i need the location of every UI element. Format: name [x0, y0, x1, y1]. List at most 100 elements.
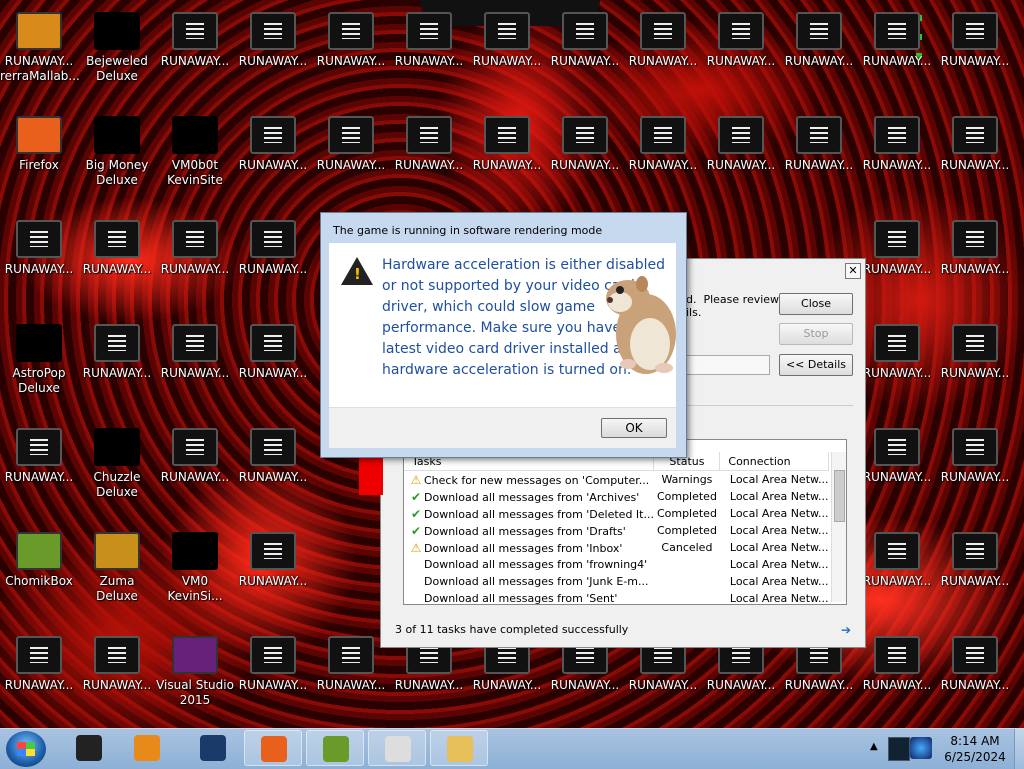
desktop-icon[interactable]: RUNAWAY...	[858, 116, 936, 173]
pin-icon[interactable]: ➔	[841, 623, 851, 637]
desktop-icon[interactable]: RUNAWAY...	[0, 220, 78, 277]
desktop-icon[interactable]: RUNAWAY... rerraMallab...	[0, 12, 80, 84]
desktop-icon[interactable]: RUNAWAY...	[312, 116, 390, 173]
taskbar-app-1[interactable]	[60, 730, 118, 766]
details-button[interactable]: << Details	[779, 354, 853, 376]
desktop[interactable]: RUNAWAY... rerraMallab... Bejeweled Deluxe R…	[0, 0, 1024, 728]
desktop-icon[interactable]: RUNAWAY...	[858, 532, 936, 589]
desktop-icon[interactable]: RUNAWAY...	[936, 220, 1014, 277]
desktop-icon[interactable]: RUNAWAY...	[546, 12, 624, 69]
shortcut-icon	[328, 116, 374, 154]
desktop-icon[interactable]: RUNAWAY...	[546, 116, 624, 173]
task-row[interactable]: Download all messages from 'frowning4' Lo…	[404, 556, 829, 573]
desktop-icon[interactable]: RUNAWAY...	[78, 220, 156, 277]
desktop-icon[interactable]: RUNAWAY...	[156, 12, 234, 69]
desktop-icon[interactable]: RUNAWAY...	[468, 116, 546, 173]
tray-icon-network[interactable]	[910, 737, 932, 759]
task-row[interactable]: ⚠ Check for new messages on 'Computer... W…	[404, 471, 829, 489]
desktop-icon[interactable]: Zuma Deluxe	[78, 532, 156, 604]
task-row[interactable]: Download all messages from 'Junk E-m... L…	[404, 573, 829, 590]
scrollbar-thumb[interactable]	[834, 470, 845, 522]
taskbar-firefox[interactable]	[244, 730, 302, 766]
clock[interactable]: 8:14 AM 6/25/2024	[940, 733, 1010, 765]
desktop-icon[interactable]: RUNAWAY...	[234, 636, 312, 693]
desktop-icon[interactable]: RUNAWAY...	[858, 324, 936, 381]
desktop-icon[interactable]: RUNAWAY...	[702, 12, 780, 69]
desktop-icon[interactable]: RUNAWAY...	[780, 116, 858, 173]
desktop-icon[interactable]: RUNAWAY...	[312, 12, 390, 69]
desktop-icon[interactable]: RUNAWAY...	[312, 636, 390, 693]
desktop-icon[interactable]: RUNAWAY...	[234, 220, 312, 277]
desktop-icon[interactable]: VM0 KevinSi...	[156, 532, 234, 604]
desktop-icon[interactable]: Big Money Deluxe	[78, 116, 156, 188]
tasks-list[interactable]: Tasks Status Connection ⚠ Check for new m…	[403, 439, 847, 605]
desktop-icon[interactable]: RUNAWAY...	[156, 220, 234, 277]
clock-date: 6/25/2024	[944, 750, 1006, 764]
taskbar-app-3[interactable]	[184, 730, 242, 766]
taskbar-explorer[interactable]	[430, 730, 488, 766]
task-row[interactable]: Download all messages from 'Sent' Local A…	[404, 590, 829, 604]
shortcut-icon	[562, 116, 608, 154]
taskbar-solitaire[interactable]	[368, 730, 426, 766]
desktop-icon[interactable]: RUNAWAY...	[0, 636, 78, 693]
desktop-icon[interactable]: RUNAWAY...	[390, 12, 468, 69]
column-header-connection[interactable]: Connection	[719, 452, 829, 471]
desktop-icon[interactable]: Bejeweled Deluxe	[78, 12, 156, 84]
desktop-icon[interactable]: RUNAWAY...	[936, 532, 1014, 589]
taskbar-explorer-icon	[447, 736, 473, 762]
desktop-icon[interactable]: RUNAWAY...	[858, 12, 936, 69]
desktop-icon[interactable]: Firefox	[0, 116, 78, 173]
app-icon	[94, 428, 140, 466]
desktop-icon[interactable]: RUNAWAY...	[624, 12, 702, 69]
start-button[interactable]	[6, 731, 46, 767]
desktop-icon-label: RUNAWAY...	[4, 470, 74, 484]
desktop-icon[interactable]: RUNAWAY...	[468, 12, 546, 69]
desktop-icon[interactable]: RUNAWAY...	[936, 116, 1014, 173]
desktop-icon[interactable]: RUNAWAY...	[702, 116, 780, 173]
desktop-icon-sublabel: Deluxe	[18, 381, 60, 395]
desktop-icon[interactable]: RUNAWAY...	[78, 636, 156, 693]
desktop-icon[interactable]: RUNAWAY...	[936, 636, 1014, 693]
desktop-icon[interactable]: RUNAWAY...	[78, 324, 156, 381]
desktop-icon[interactable]: AstroPop Deluxe	[0, 324, 78, 396]
desktop-icon[interactable]: RUNAWAY...	[234, 116, 312, 173]
desktop-icon-label: RUNAWAY...	[862, 470, 932, 484]
shortcut-icon	[952, 636, 998, 674]
stop-button[interactable]: Stop	[779, 323, 853, 345]
desktop-icon[interactable]: RUNAWAY...	[156, 428, 234, 485]
taskbar-chomikbox[interactable]	[306, 730, 364, 766]
close-icon[interactable]: ✕	[845, 263, 861, 279]
desktop-icon[interactable]: RUNAWAY...	[936, 324, 1014, 381]
desktop-icon[interactable]: Chuzzle Deluxe	[78, 428, 156, 500]
task-row[interactable]: ⚠ Download all messages from 'Inbox' Cance…	[404, 539, 829, 556]
desktop-icon[interactable]: RUNAWAY...	[858, 220, 936, 277]
desktop-icon[interactable]: RUNAWAY...	[858, 428, 936, 485]
task-row[interactable]: ✔ Download all messages from 'Deleted It.…	[404, 505, 829, 522]
app-icon	[94, 12, 140, 50]
task-row[interactable]: ✔ Download all messages from 'Drafts' Comp…	[404, 522, 829, 539]
desktop-icon-label: RUNAWAY...	[784, 54, 854, 68]
desktop-icon[interactable]: RUNAWAY...	[936, 12, 1014, 69]
desktop-icon[interactable]: RUNAWAY...	[156, 324, 234, 381]
desktop-icon[interactable]: RUNAWAY...	[234, 12, 312, 69]
desktop-icon[interactable]: VM0b0t KevinSite	[156, 116, 234, 188]
desktop-icon[interactable]: RUNAWAY...	[936, 428, 1014, 485]
taskbar-media-player[interactable]	[118, 730, 176, 766]
task-row[interactable]: ✔ Download all messages from 'Archives' Co…	[404, 488, 829, 505]
desktop-icon[interactable]: Visual Studio 2015	[156, 636, 234, 708]
close-button[interactable]: Close	[779, 293, 853, 315]
tray-icon-monitor[interactable]	[888, 737, 910, 761]
desktop-icon[interactable]: ChomikBox	[0, 532, 78, 589]
desktop-icon[interactable]: RUNAWAY...	[624, 116, 702, 173]
desktop-icon[interactable]: RUNAWAY...	[234, 428, 312, 485]
desktop-icon[interactable]: RUNAWAY...	[390, 116, 468, 173]
desktop-icon[interactable]: RUNAWAY...	[234, 324, 312, 381]
desktop-icon[interactable]: RUNAWAY...	[780, 12, 858, 69]
show-hidden-icons[interactable]: ▲	[870, 741, 878, 752]
desktop-icon[interactable]: RUNAWAY...	[234, 532, 312, 589]
ok-button[interactable]: OK	[601, 418, 667, 438]
desktop-icon[interactable]: RUNAWAY...	[0, 428, 78, 485]
vertical-scrollbar[interactable]	[831, 452, 846, 602]
show-desktop-button[interactable]	[1014, 729, 1024, 769]
desktop-icon[interactable]: RUNAWAY...	[858, 636, 936, 693]
